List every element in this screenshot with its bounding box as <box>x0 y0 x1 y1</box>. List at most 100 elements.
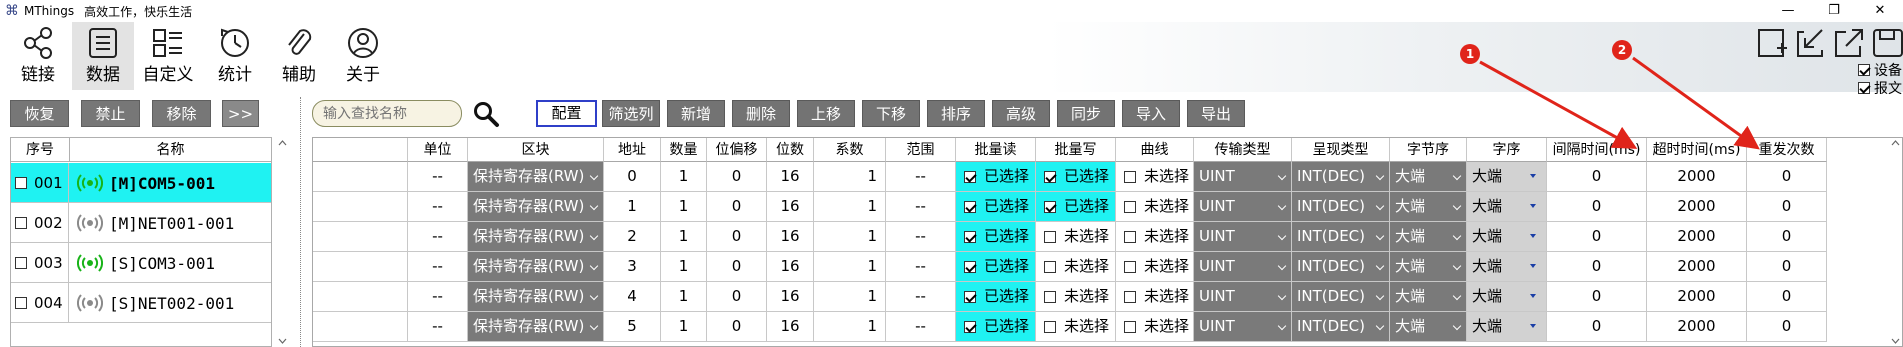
batch-write-checkbox[interactable]: 未选择 <box>1036 222 1116 252</box>
bit-offset-cell[interactable]: 0 <box>707 312 767 342</box>
batch-read-box[interactable] <box>964 320 976 333</box>
batch-write-checkbox[interactable]: 未选择 <box>1036 252 1116 282</box>
coefficient-cell[interactable]: 1 <box>814 162 886 192</box>
batch-read-checkbox[interactable]: 已选择 <box>956 252 1036 282</box>
device-row[interactable]: 003 [S]COM3-001 <box>11 243 271 283</box>
remove-device-button[interactable]: 移除 <box>152 100 211 127</box>
close-button[interactable]: ✕ <box>1857 0 1903 22</box>
range-cell[interactable]: -- <box>886 222 956 252</box>
ribbon-link-button[interactable]: 链接 <box>7 22 69 90</box>
unit-cell[interactable]: -- <box>408 222 468 252</box>
timeout-cell[interactable]: 2000 <box>1647 312 1747 342</box>
byte-order-select[interactable]: 大端 <box>1390 222 1467 252</box>
word-order-select[interactable]: 大端 <box>1467 162 1547 192</box>
batch-read-box[interactable] <box>964 230 976 243</box>
row-blank-cell[interactable] <box>313 162 408 192</box>
address-cell[interactable]: 2 <box>604 222 661 252</box>
curve-box[interactable] <box>1124 290 1136 303</box>
retry-cell[interactable]: 0 <box>1747 312 1827 342</box>
header-col-batch-write[interactable]: 批量写 <box>1036 138 1116 162</box>
batch-write-checkbox[interactable]: 未选择 <box>1036 312 1116 342</box>
row-blank-cell[interactable] <box>313 312 408 342</box>
advanced-button[interactable]: 高级 <box>992 100 1050 127</box>
quantity-cell[interactable]: 1 <box>661 282 707 312</box>
interval-cell[interactable]: 0 <box>1547 192 1647 222</box>
sort-button[interactable]: 排序 <box>927 100 985 127</box>
batch-read-box[interactable] <box>964 170 976 183</box>
present-type-select[interactable]: INT(DEC) <box>1292 192 1390 222</box>
header-col-interval[interactable]: 间隔时间(ms) <box>1547 138 1647 162</box>
unit-cell[interactable]: -- <box>408 312 468 342</box>
range-cell[interactable]: -- <box>886 312 956 342</box>
present-type-select[interactable]: INT(DEC) <box>1292 282 1390 312</box>
range-cell[interactable]: -- <box>886 252 956 282</box>
word-order-select[interactable]: 大端 <box>1467 282 1547 312</box>
curve-box[interactable] <box>1124 230 1136 243</box>
byte-order-select[interactable]: 大端 <box>1390 192 1467 222</box>
range-cell[interactable]: -- <box>886 282 956 312</box>
timeout-cell[interactable]: 2000 <box>1647 162 1747 192</box>
batch-write-box[interactable] <box>1044 260 1056 273</box>
batch-write-box[interactable] <box>1044 200 1056 213</box>
export-arrow-icon[interactable] <box>1832 26 1866 60</box>
curve-checkbox[interactable]: 未选择 <box>1116 162 1194 192</box>
coefficient-cell[interactable]: 1 <box>814 192 886 222</box>
coefficient-cell[interactable]: 1 <box>814 282 886 312</box>
batch-write-box[interactable] <box>1044 320 1056 333</box>
interval-cell[interactable]: 0 <box>1547 162 1647 192</box>
header-col-range[interactable]: 范围 <box>886 138 956 162</box>
message-checkbox[interactable]: 报文 <box>1858 78 1902 98</box>
register-grid-scrollbar[interactable] <box>1888 137 1903 347</box>
retry-cell[interactable]: 0 <box>1747 282 1827 312</box>
header-col-bit-offset[interactable]: 位偏移 <box>707 138 767 162</box>
bit-offset-cell[interactable]: 0 <box>707 282 767 312</box>
device-list-header-name[interactable]: 名称 <box>70 138 271 162</box>
byte-order-select[interactable]: 大端 <box>1390 252 1467 282</box>
interval-cell[interactable]: 0 <box>1547 282 1647 312</box>
curve-box[interactable] <box>1124 200 1136 213</box>
range-cell[interactable]: -- <box>886 192 956 222</box>
transfer-type-select[interactable]: UINT <box>1194 312 1292 342</box>
curve-checkbox[interactable]: 未选择 <box>1116 192 1194 222</box>
header-col-block[interactable]: 区块 <box>468 138 604 162</box>
header-col-curve[interactable]: 曲线 <box>1116 138 1194 162</box>
device-checkbox-box[interactable] <box>1858 64 1870 76</box>
batch-write-box[interactable] <box>1044 230 1056 243</box>
timeout-cell[interactable]: 2000 <box>1647 222 1747 252</box>
row-blank-cell[interactable] <box>313 192 408 222</box>
batch-read-box[interactable] <box>964 200 976 213</box>
address-cell[interactable]: 0 <box>604 162 661 192</box>
byte-order-select[interactable]: 大端 <box>1390 282 1467 312</box>
bits-cell[interactable]: 16 <box>767 192 814 222</box>
transfer-type-select[interactable]: UINT <box>1194 252 1292 282</box>
header-col-transfer-type[interactable]: 传输类型 <box>1194 138 1292 162</box>
device-row-checkbox[interactable] <box>15 257 27 269</box>
bits-cell[interactable]: 16 <box>767 252 814 282</box>
curve-checkbox[interactable]: 未选择 <box>1116 282 1194 312</box>
header-col-retry[interactable]: 重发次数 <box>1747 138 1827 162</box>
curve-checkbox[interactable]: 未选择 <box>1116 252 1194 282</box>
search-icon[interactable] <box>472 100 500 128</box>
ribbon-data-button[interactable]: 数据 <box>72 22 134 90</box>
timeout-cell[interactable]: 2000 <box>1647 192 1747 222</box>
header-col-quantity[interactable]: 数量 <box>661 138 707 162</box>
move-up-button[interactable]: 上移 <box>797 100 855 127</box>
bit-offset-cell[interactable]: 0 <box>707 252 767 282</box>
device-list-header-no[interactable]: 序号 <box>11 138 70 162</box>
present-type-select[interactable]: INT(DEC) <box>1292 312 1390 342</box>
header-col-unit[interactable]: 单位 <box>408 138 468 162</box>
import-arrow-icon[interactable] <box>1794 26 1828 60</box>
retry-cell[interactable]: 0 <box>1747 192 1827 222</box>
word-order-select[interactable]: 大端 <box>1467 252 1547 282</box>
search-input[interactable] <box>312 100 462 127</box>
ribbon-stats-button[interactable]: 统计 <box>204 22 266 90</box>
header-col-blank[interactable] <box>313 138 408 162</box>
bit-offset-cell[interactable]: 0 <box>707 192 767 222</box>
header-col-byte-order[interactable]: 字节序 <box>1390 138 1467 162</box>
present-type-select[interactable]: INT(DEC) <box>1292 162 1390 192</box>
batch-write-checkbox[interactable]: 已选择 <box>1036 162 1116 192</box>
add-window-icon[interactable] <box>1755 26 1789 60</box>
curve-box[interactable] <box>1124 170 1136 183</box>
import-button[interactable]: 导入 <box>1122 100 1180 127</box>
restore-button[interactable]: ❐ <box>1811 0 1857 22</box>
